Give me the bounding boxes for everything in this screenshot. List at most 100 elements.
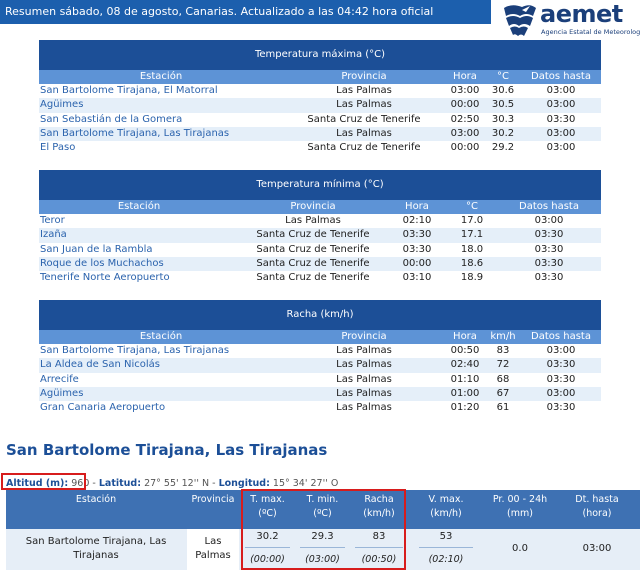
station-link[interactable]: Agüimes — [39, 98, 283, 113]
station-link[interactable]: Izaña — [39, 228, 239, 243]
table-cell: 17.1 — [447, 228, 497, 243]
table-cell: 17.0 — [460, 215, 484, 226]
detail-precipitacion-value: 0.0 — [512, 543, 528, 554]
col-header-provincia: Provincia — [191, 494, 235, 505]
table-cell: 03:00 — [534, 215, 564, 226]
table-cell: Las Palmas — [283, 358, 445, 373]
table-cell: 00:50 — [450, 345, 480, 356]
station-link[interactable]: Tenerife Norte Aeropuerto — [39, 271, 239, 285]
detail-vmax-value: 53 — [439, 531, 453, 542]
table-cell: Santa Cruz de Tenerife — [256, 272, 370, 284]
table-cell: 03:00 — [521, 98, 601, 113]
table-cell: 03:30 — [546, 373, 576, 385]
table-cell: Santa Cruz de Tenerife — [239, 256, 387, 272]
table-cell: 03:00 — [546, 85, 576, 96]
table-cell: Las Palmas — [336, 345, 392, 356]
table-cell: 30.2 — [485, 126, 521, 142]
table-temperatura-minima: Temperatura mínima (°C) Estación Provinci… — [39, 170, 601, 285]
detail-provincia-line2: Palmas — [195, 550, 231, 561]
table-cell: 03:00 — [521, 386, 601, 402]
table-cell: 72 — [485, 358, 521, 373]
column-header: Provincia — [283, 70, 445, 84]
station-link[interactable]: La Aldea de San Nicolás — [39, 358, 283, 373]
table-cell: 00:00 — [445, 98, 485, 113]
column-header: Hora — [387, 200, 447, 214]
table-cell: 02:40 — [445, 358, 485, 373]
station-link[interactable]: San Juan de la Rambla — [39, 243, 239, 257]
table-cell: 30.6 — [491, 85, 515, 96]
column-header: Hora — [445, 70, 485, 84]
table-row: Teror Las Palmas 02:10 17.0 03:00 — [39, 214, 601, 228]
table-cell: 29.2 — [491, 142, 515, 154]
table-cell: 03:00 — [546, 345, 576, 356]
station-link[interactable]: Gran Canaria Aeropuerto — [39, 401, 283, 415]
table-cell: 03:00 — [445, 126, 485, 142]
column-header: Provincia — [283, 330, 445, 344]
table-header-row: Estación Provincia Hora °C Datos hasta — [39, 70, 601, 84]
table-row: Roque de los Muchachos Santa Cruz de Tene… — [39, 256, 601, 272]
table-cell: Las Palmas — [283, 126, 445, 142]
table-row: La Aldea de San Nicolás Las Palmas 02:40 72… — [39, 358, 601, 373]
column-header: Estación — [39, 200, 239, 214]
table-cell: Las Palmas — [336, 373, 392, 385]
table-cell: 03:30 — [402, 243, 432, 255]
column-header: Estación — [39, 330, 283, 344]
column-header: Datos hasta — [521, 70, 601, 84]
aemet-logo[interactable]: aemet Agencia Estatal de Meteorología — [500, 0, 640, 38]
col-header-datos-hasta: Dt. hasta — [575, 494, 619, 505]
detail-estacion-line2: Tirajanas — [73, 550, 119, 561]
station-title: San Bartolome Tirajana, Las Tirajanas — [6, 441, 328, 459]
column-header: km/h — [485, 330, 521, 344]
station-link[interactable]: Teror — [39, 214, 239, 228]
column-header: Provincia — [239, 200, 387, 214]
table-cell: 03:30 — [546, 113, 576, 125]
table-cell: 01:00 — [445, 386, 485, 402]
aemet-emblem-icon — [504, 5, 536, 36]
table-cell: 18.6 — [447, 256, 497, 272]
longitud-value: 15° 34' 27'' O — [272, 478, 339, 489]
table-cell: Las Palmas — [283, 98, 445, 113]
col-header-vmax-unit: (km/h) — [430, 508, 462, 519]
station-link[interactable]: San Bartolome Tirajana, El Matorral — [39, 84, 283, 98]
station-link[interactable]: Agüimes — [39, 386, 283, 402]
table-cell: 03:00 — [546, 142, 576, 154]
table-row: El Paso Santa Cruz de Tenerife 00:00 29.2 03… — [39, 141, 601, 155]
table-cell: Santa Cruz de Tenerife — [307, 113, 421, 125]
detail-datos-hasta-value: 03:00 — [582, 543, 612, 554]
table-cell: 03:00 — [521, 126, 601, 142]
table-temperatura-maxima: Temperatura máxima (°C) Estación Provinci… — [39, 40, 601, 155]
table-cell: 18.9 — [460, 272, 484, 284]
column-header: °C — [485, 70, 521, 84]
column-header: Estación — [39, 70, 283, 84]
altitud-highlight-box — [1, 473, 86, 490]
station-link[interactable]: Roque de los Muchachos — [39, 256, 239, 272]
table-cell: Las Palmas — [285, 215, 341, 226]
table-cell: Santa Cruz de Tenerife — [239, 228, 387, 243]
table-cell: 61 — [496, 402, 510, 414]
table-row: San Juan de la Rambla Santa Cruz de Tener… — [39, 243, 601, 257]
table-header-row: Estación Provincia Hora °C Datos hasta — [39, 200, 601, 214]
longitud-label: Longitud: — [218, 478, 270, 489]
table-cell: Santa Cruz de Tenerife — [307, 142, 421, 154]
table-cell: 03:30 — [387, 228, 447, 243]
table-cell: Las Palmas — [283, 386, 445, 402]
station-link[interactable]: San Bartolome Tirajana, Las Tirajanas — [39, 126, 283, 142]
station-link[interactable]: El Paso — [39, 141, 283, 155]
table-cell: 02:50 — [450, 113, 480, 125]
station-link[interactable]: San Bartolome Tirajana, Las Tirajanas — [39, 344, 283, 358]
column-header: Hora — [445, 330, 485, 344]
table-cell: 03:10 — [402, 272, 432, 284]
table-cell: 83 — [496, 345, 510, 356]
table-title: Racha (km/h) — [39, 300, 601, 330]
table-cell: 03:30 — [546, 402, 576, 414]
table-cell: Santa Cruz de Tenerife — [256, 243, 370, 255]
latitud-value: 27° 55' 12'' N — [144, 478, 210, 489]
table-cell: 01:20 — [450, 402, 480, 414]
col-header-vmax: V. max. — [428, 494, 464, 505]
station-link[interactable]: San Sebastián de la Gomera — [39, 113, 283, 127]
table-row: Tenerife Norte Aeropuerto Santa Cruz de T… — [39, 271, 601, 285]
station-link[interactable]: Arrecife — [39, 373, 283, 387]
table-row: San Bartolome Tirajana, El Matorral Las P… — [39, 84, 601, 98]
col-header-precipitacion: Pr. 00 - 24h — [492, 494, 548, 505]
col-header-precipitacion-unit: (mm) — [507, 508, 533, 519]
